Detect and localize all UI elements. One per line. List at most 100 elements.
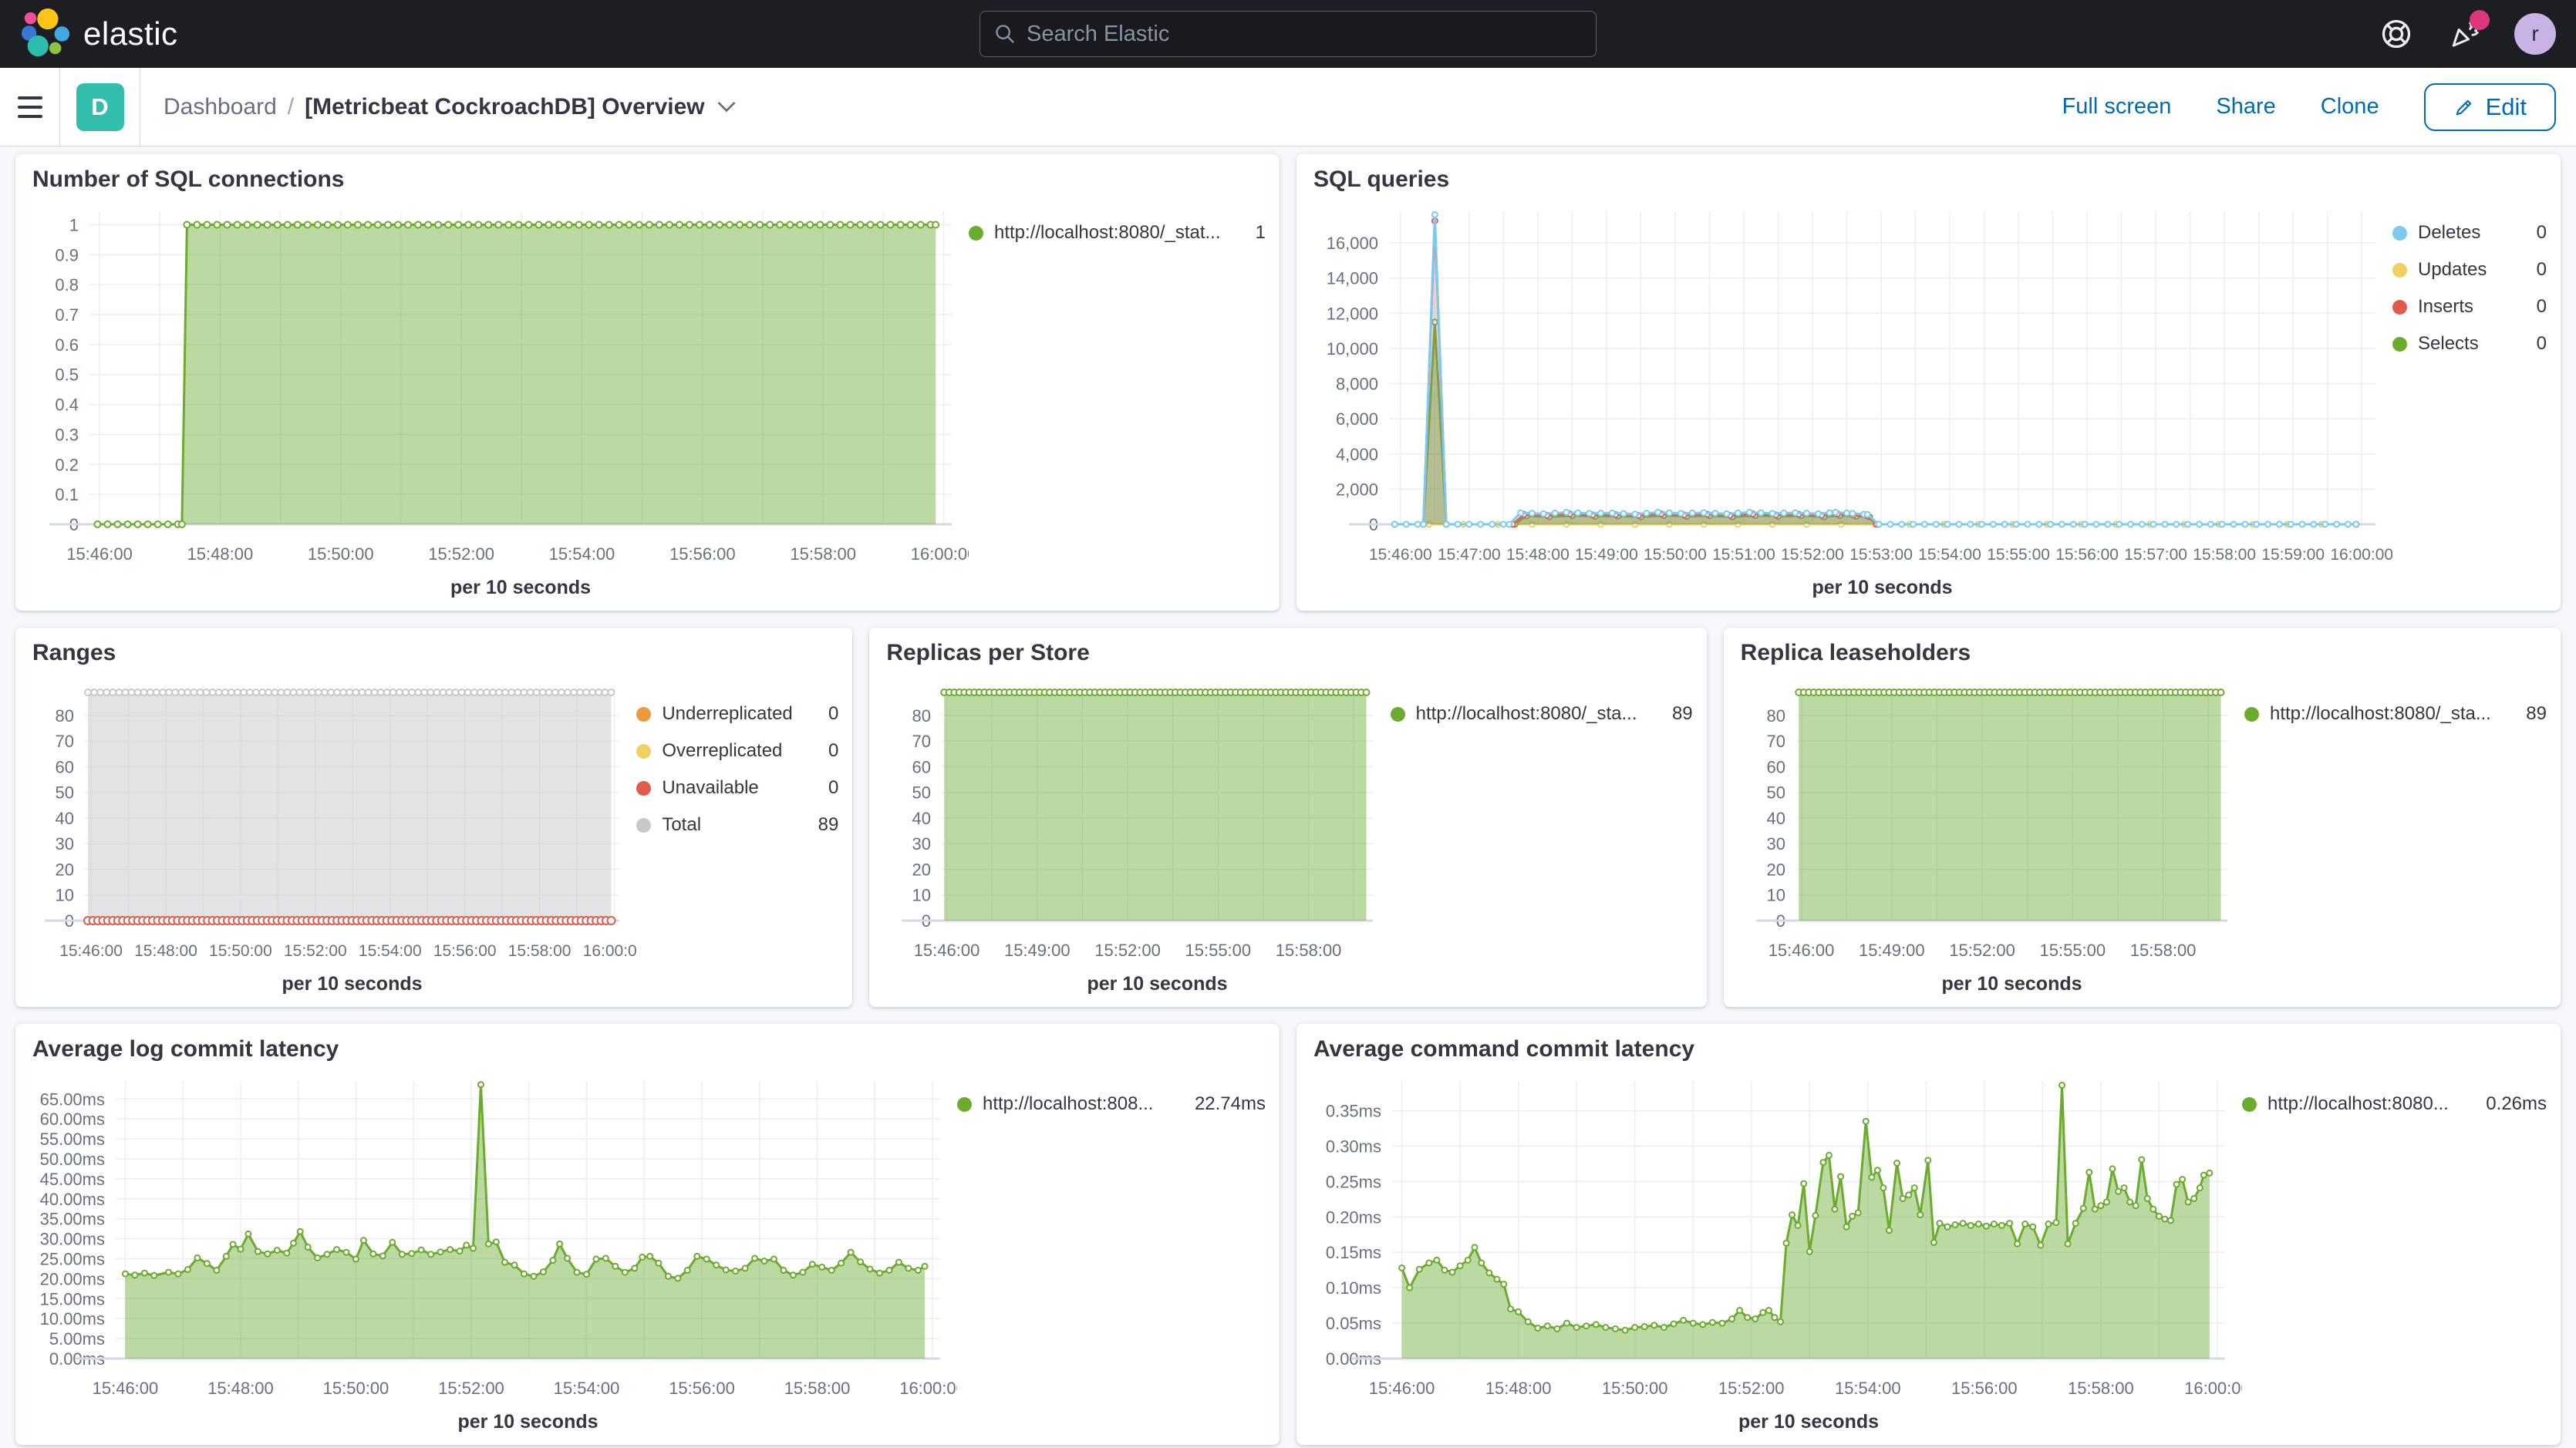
svg-text:15:48:00: 15:48:00 (1485, 1379, 1552, 1398)
clone-button[interactable]: Clone (2321, 94, 2379, 120)
share-button[interactable]: Share (2216, 94, 2275, 120)
menu-icon[interactable] (0, 68, 60, 146)
chart-legend: Deletes0Updates0Inserts0Selects0 (2392, 194, 2547, 604)
legend-series-label: Unavailable (662, 777, 758, 799)
legend-item[interactable]: Deletes0 (2392, 222, 2547, 244)
svg-text:15:58:00: 15:58:00 (784, 1379, 851, 1398)
svg-text:15:50:00: 15:50:00 (308, 544, 374, 564)
svg-text:60: 60 (56, 757, 74, 776)
legend-series-label: Underreplicated (662, 703, 792, 725)
svg-text:15:54:00: 15:54:00 (549, 544, 615, 564)
svg-text:40: 40 (912, 809, 931, 828)
svg-text:25.00ms: 25.00ms (40, 1250, 105, 1269)
legend-series-label: Selects (2418, 333, 2479, 355)
svg-text:15:59:00: 15:59:00 (2261, 546, 2325, 564)
svg-text:0.8: 0.8 (55, 275, 79, 295)
chart-replicas-per-store[interactable]: 0102030405060708015:46:0015:49:0015:52:0… (883, 668, 1390, 1001)
svg-text:16:00:00: 16:00:00 (2330, 546, 2392, 564)
legend-item[interactable]: Overreplicated0 (636, 740, 838, 762)
chart-replica-leaseholders[interactable]: 0102030405060708015:46:0015:49:0015:52:0… (1738, 668, 2244, 1001)
edit-button-label: Edit (2486, 93, 2527, 121)
svg-text:15:50:00: 15:50:00 (323, 1379, 389, 1398)
search-input[interactable]: Search Elastic (979, 11, 1597, 57)
svg-text:0.5: 0.5 (55, 365, 79, 385)
legend-item[interactable]: http://localhost:808... 22.74ms (957, 1093, 1266, 1115)
svg-text:per 10 seconds: per 10 seconds (282, 973, 422, 995)
svg-text:15:58:00: 15:58:00 (2129, 941, 2196, 960)
legend-item[interactable]: http://localhost:8080/_sta...89 (1391, 703, 1693, 725)
legend-item[interactable]: http://localhost:8080...0.26ms (2242, 1093, 2547, 1115)
global-header: elastic Search Elastic (0, 0, 2576, 68)
panel-title[interactable]: Average log commit latency (32, 1036, 1266, 1062)
legend-series-label: Inserts (2418, 296, 2473, 318)
panel-title[interactable]: Number of SQL connections (32, 167, 1266, 193)
svg-text:15.00ms: 15.00ms (40, 1289, 105, 1308)
legend-item[interactable]: Total89 (636, 814, 838, 836)
svg-text:50: 50 (56, 783, 74, 803)
svg-text:70: 70 (56, 732, 74, 751)
legend-item[interactable]: Unavailable 0 (636, 777, 838, 799)
legend-series-value: 22.74ms (1184, 1093, 1266, 1115)
legend-item[interactable]: Inserts 0 (2392, 296, 2547, 318)
edit-button[interactable]: Edit (2424, 83, 2556, 131)
svg-text:15:52:00: 15:52:00 (1718, 1379, 1785, 1398)
search-placeholder: Search Elastic (1027, 22, 1169, 47)
dashboard-badge-wrap: D (60, 68, 140, 146)
panel-title[interactable]: Replicas per Store (886, 640, 1692, 666)
svg-text:80: 80 (912, 706, 931, 726)
panel-title[interactable]: Replica leaseholders (1741, 640, 2547, 666)
chart-number-of-sql-connections[interactable]: 00.10.20.30.40.50.60.70.80.9115:46:0015:… (29, 194, 969, 604)
svg-text:80: 80 (56, 706, 74, 726)
legend-item[interactable]: Updates0 (2392, 259, 2547, 281)
svg-text:0.15ms: 0.15ms (1326, 1243, 1381, 1262)
svg-text:15:49:00: 15:49:00 (1859, 941, 1925, 960)
svg-text:20: 20 (1766, 860, 1785, 879)
chart-sql-queries[interactable]: 02,0004,0006,0008,00010,00012,00014,0001… (1310, 194, 2392, 604)
legend-series-dot (2392, 263, 2407, 278)
legend-series-value: 0 (818, 777, 838, 799)
svg-text:6,000: 6,000 (1336, 409, 1378, 429)
svg-text:15:46:00: 15:46:00 (66, 544, 133, 564)
chart-average-log-commit-latency[interactable]: 0.00ms5.00ms10.00ms15.00ms20.00ms25.00ms… (29, 1064, 957, 1439)
panel-title[interactable]: SQL queries (1313, 167, 2547, 193)
legend-series-value: 0 (2526, 296, 2547, 318)
legend-series-label: http://localhost:808... (983, 1093, 1153, 1115)
panel-number-of-sql-connections: Number of SQL connections 00.10.20.30.40… (15, 154, 1280, 611)
panel-title[interactable]: Average command commit latency (1313, 1036, 2547, 1062)
svg-text:8,000: 8,000 (1336, 375, 1378, 394)
legend-series-dot (2392, 300, 2407, 315)
page-title[interactable]: [Metricbeat CockroachDB] Overview (305, 94, 705, 120)
help-icon[interactable] (2379, 16, 2414, 52)
legend-item[interactable]: Underreplicated0 (636, 703, 838, 725)
svg-text:15:56:00: 15:56:00 (669, 1379, 735, 1398)
breadcrumb-dashboard[interactable]: Dashboard (164, 94, 277, 120)
chart-legend: http://localhost:8080...0.26ms (2242, 1064, 2547, 1439)
chevron-down-icon[interactable] (717, 100, 736, 114)
svg-text:15:49:00: 15:49:00 (1004, 941, 1071, 960)
dashboard-badge[interactable]: D (76, 83, 124, 131)
user-avatar[interactable]: r (2514, 13, 2556, 55)
svg-text:15:58:00: 15:58:00 (508, 942, 572, 960)
svg-text:0.7: 0.7 (55, 305, 79, 325)
svg-text:10: 10 (1766, 886, 1785, 905)
news-feed-icon[interactable] (2446, 16, 2482, 52)
svg-text:0.9: 0.9 (55, 245, 79, 264)
chart-ranges[interactable]: 0102030405060708015:46:0015:48:0015:50:0… (29, 668, 636, 1001)
elastic-logo[interactable]: elastic (20, 8, 178, 59)
pencil-icon (2453, 96, 2475, 118)
legend-item[interactable]: http://localhost:8080/_sta...89 (2244, 703, 2547, 725)
chart-average-command-commit-latency[interactable]: 0.00ms0.05ms0.10ms0.15ms0.20ms0.25ms0.30… (1310, 1064, 2242, 1439)
legend-item[interactable]: Selects0 (2392, 333, 2547, 355)
svg-text:4,000: 4,000 (1336, 445, 1378, 464)
svg-text:15:58:00: 15:58:00 (1276, 941, 1342, 960)
panel-title[interactable]: Ranges (32, 640, 838, 666)
legend-series-dot (969, 226, 983, 241)
svg-text:15:56:00: 15:56:00 (669, 544, 736, 564)
full-screen-button[interactable]: Full screen (2062, 94, 2172, 120)
svg-text:60: 60 (912, 757, 931, 776)
svg-text:15:58:00: 15:58:00 (2068, 1379, 2134, 1398)
svg-text:12,000: 12,000 (1327, 304, 1378, 323)
legend-series-value: 0 (2526, 222, 2547, 244)
panel-ranges: Ranges 0102030405060708015:46:0015:48:00… (15, 628, 852, 1007)
legend-item[interactable]: http://localhost:8080/_stat...1 (969, 222, 1266, 244)
